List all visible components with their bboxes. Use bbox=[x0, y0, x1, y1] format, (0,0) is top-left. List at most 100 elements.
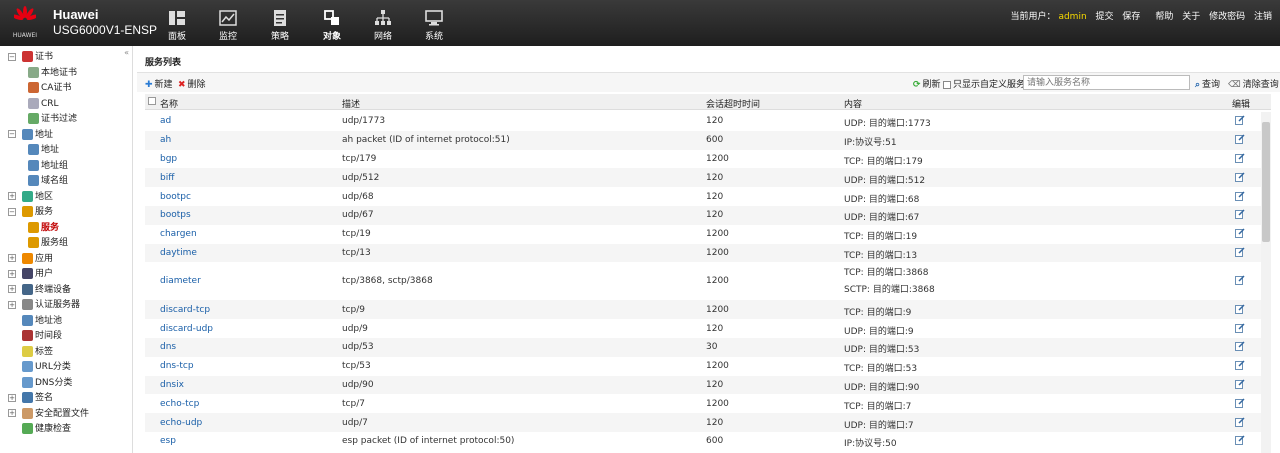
sidebar-item[interactable]: 地址组 bbox=[28, 159, 68, 173]
edit-icon[interactable] bbox=[1235, 417, 1245, 427]
nav-item-policy[interactable]: 策略 bbox=[260, 10, 300, 44]
expand-icon[interactable]: + bbox=[8, 269, 16, 278]
clear-search-button[interactable]: ⌫ 清除查询 bbox=[1228, 77, 1279, 90]
edit-icon[interactable] bbox=[1235, 304, 1245, 314]
table-row[interactable]: esp esp packet (ID of internet protocol:5… bbox=[145, 432, 1261, 451]
service-name-link[interactable]: diameter bbox=[160, 276, 201, 286]
sidebar-item[interactable]: 证书过滤 bbox=[28, 112, 77, 126]
collapse-icon[interactable]: − bbox=[8, 52, 16, 61]
service-name-link[interactable]: echo-udp bbox=[160, 418, 202, 428]
sidebar-item[interactable]: + 安全配置文件 bbox=[8, 407, 89, 421]
logout-link[interactable]: 注销 bbox=[1254, 12, 1272, 22]
col-name[interactable]: 名称 bbox=[160, 97, 178, 110]
sidebar-item[interactable]: + 应用 bbox=[8, 252, 53, 266]
table-row[interactable]: bgp tcp/179 1200 TCP: 目的端口:179 bbox=[145, 150, 1261, 169]
table-row[interactable]: dns udp/53 30 UDP: 目的端口:53 bbox=[145, 338, 1261, 357]
edit-icon[interactable] bbox=[1235, 323, 1245, 333]
service-name-link[interactable]: discard-udp bbox=[160, 324, 213, 334]
only-custom-checkbox[interactable]: 只显示自定义服务 bbox=[943, 77, 1025, 90]
help-link[interactable]: 帮助 bbox=[1155, 12, 1173, 22]
service-name-link[interactable]: discard-tcp bbox=[160, 305, 210, 315]
sidebar-collapse-icon[interactable]: « bbox=[124, 48, 129, 57]
table-row[interactable]: bootpc udp/68 120 UDP: 目的端口:68 bbox=[145, 187, 1261, 206]
search-button[interactable]: ⌕ 查询 bbox=[1195, 77, 1220, 90]
table-row[interactable]: dns-tcp tcp/53 1200 TCP: 目的端口:53 bbox=[145, 357, 1261, 376]
edit-icon[interactable] bbox=[1235, 209, 1245, 220]
sidebar-item[interactable]: URL分类 bbox=[22, 360, 71, 374]
expand-icon[interactable]: + bbox=[8, 192, 16, 200]
table-row[interactable]: bootps udp/67 120 UDP: 目的端口:67 bbox=[145, 206, 1261, 225]
table-row[interactable]: echo-tcp tcp/7 1200 TCP: 目的端口:7 bbox=[145, 394, 1261, 413]
collapse-icon[interactable]: − bbox=[8, 207, 16, 216]
service-name-link[interactable]: daytime bbox=[160, 248, 197, 258]
sidebar-item[interactable]: 本地证书 bbox=[28, 66, 77, 80]
sidebar-item[interactable]: DNS分类 bbox=[22, 376, 72, 390]
edit-icon[interactable] bbox=[1235, 360, 1245, 371]
service-name-link[interactable]: dns-tcp bbox=[160, 361, 194, 371]
sidebar-item[interactable]: 服务 bbox=[28, 221, 59, 235]
scrollbar-thumb[interactable] bbox=[1262, 122, 1270, 242]
sidebar-item[interactable]: CA证书 bbox=[28, 81, 71, 95]
select-all-checkbox[interactable] bbox=[148, 97, 156, 108]
table-row[interactable]: ah ah packet (ID of internet protocol:51)… bbox=[145, 130, 1261, 150]
refresh-button[interactable]: ⟳ 刷新 bbox=[913, 77, 941, 90]
delete-button[interactable]: ✖ 删除 bbox=[178, 77, 206, 90]
edit-icon[interactable] bbox=[1235, 275, 1245, 286]
edit-icon[interactable] bbox=[1235, 115, 1245, 126]
sidebar-item[interactable]: + 签名 bbox=[8, 391, 53, 405]
sidebar-item[interactable]: + 终端设备 bbox=[8, 283, 71, 297]
expand-icon[interactable]: + bbox=[8, 409, 16, 417]
search-input[interactable] bbox=[1023, 75, 1190, 90]
edit-icon[interactable] bbox=[1235, 134, 1245, 145]
sidebar-item[interactable]: − 地址 bbox=[8, 128, 53, 142]
sidebar-item[interactable]: + 地区 bbox=[8, 190, 53, 204]
expand-icon[interactable]: + bbox=[8, 393, 16, 402]
expand-icon[interactable]: + bbox=[8, 254, 16, 262]
service-name-link[interactable]: esp bbox=[160, 436, 176, 446]
edit-icon[interactable] bbox=[1235, 153, 1245, 163]
sidebar-item[interactable]: − 证书 bbox=[8, 50, 53, 64]
edit-icon[interactable] bbox=[1235, 379, 1245, 389]
table-row[interactable]: biff udp/512 120 UDP: 目的端口:512 bbox=[145, 168, 1261, 188]
nav-item-system[interactable]: 系统 bbox=[414, 10, 454, 44]
service-name-link[interactable]: biff bbox=[160, 173, 174, 183]
expand-icon[interactable]: + bbox=[8, 285, 16, 293]
sidebar-item[interactable]: CRL bbox=[28, 97, 59, 111]
col-timeout[interactable]: 会话超时时间 bbox=[706, 97, 760, 110]
col-desc[interactable]: 描述 bbox=[342, 97, 360, 110]
table-row[interactable]: diameter tcp/3868, sctp/3868 1200 TCP: 目的端口… bbox=[145, 262, 1261, 300]
service-name-link[interactable]: ad bbox=[160, 116, 171, 126]
table-row[interactable]: discard-tcp tcp/9 1200 TCP: 目的端口:9 bbox=[145, 300, 1261, 320]
sidebar-item[interactable]: 地址 bbox=[28, 143, 59, 157]
sidebar-item[interactable]: 服务组 bbox=[28, 236, 68, 250]
nav-item-monitor[interactable]: 监控 bbox=[208, 10, 248, 44]
sidebar-item[interactable]: 时间段 bbox=[22, 329, 62, 343]
edit-icon[interactable] bbox=[1235, 341, 1245, 352]
service-name-link[interactable]: bootpc bbox=[160, 192, 191, 202]
table-row[interactable]: dnsix udp/90 120 UDP: 目的端口:90 bbox=[145, 375, 1261, 395]
edit-icon[interactable] bbox=[1235, 398, 1245, 408]
save-link[interactable]: 保存 bbox=[1122, 12, 1140, 22]
vertical-scrollbar[interactable] bbox=[1261, 112, 1271, 453]
new-button[interactable]: ✚ 新建 bbox=[145, 77, 173, 90]
nav-item-dashboard[interactable]: 面板 bbox=[157, 10, 197, 44]
table-row[interactable]: daytime tcp/13 1200 TCP: 目的端口:13 bbox=[145, 243, 1261, 263]
nav-item-object[interactable]: 对象 bbox=[312, 10, 352, 44]
sidebar-item[interactable]: 地址池 bbox=[22, 314, 62, 328]
submit-link[interactable]: 提交 bbox=[1096, 12, 1114, 22]
service-name-link[interactable]: bootps bbox=[160, 210, 191, 220]
table-row[interactable]: echo-udp udp/7 120 UDP: 目的端口:7 bbox=[145, 413, 1261, 432]
checkbox-icon[interactable] bbox=[943, 80, 951, 89]
service-name-link[interactable]: dns bbox=[160, 342, 176, 352]
edit-icon[interactable] bbox=[1235, 228, 1245, 239]
nav-item-network[interactable]: 网络 bbox=[363, 10, 403, 44]
about-link[interactable]: 关于 bbox=[1182, 12, 1200, 22]
service-name-link[interactable]: dnsix bbox=[160, 380, 184, 390]
edit-icon[interactable] bbox=[1235, 172, 1245, 182]
table-row[interactable]: discard-udp udp/9 120 UDP: 目的端口:9 bbox=[145, 319, 1261, 338]
sidebar-item[interactable]: 标签 bbox=[22, 345, 53, 359]
table-row[interactable]: ad udp/1773 120 UDP: 目的端口:1773 bbox=[145, 112, 1261, 131]
col-content[interactable]: 内容 bbox=[844, 97, 862, 110]
collapse-icon[interactable]: − bbox=[8, 130, 16, 138]
edit-icon[interactable] bbox=[1235, 247, 1245, 257]
